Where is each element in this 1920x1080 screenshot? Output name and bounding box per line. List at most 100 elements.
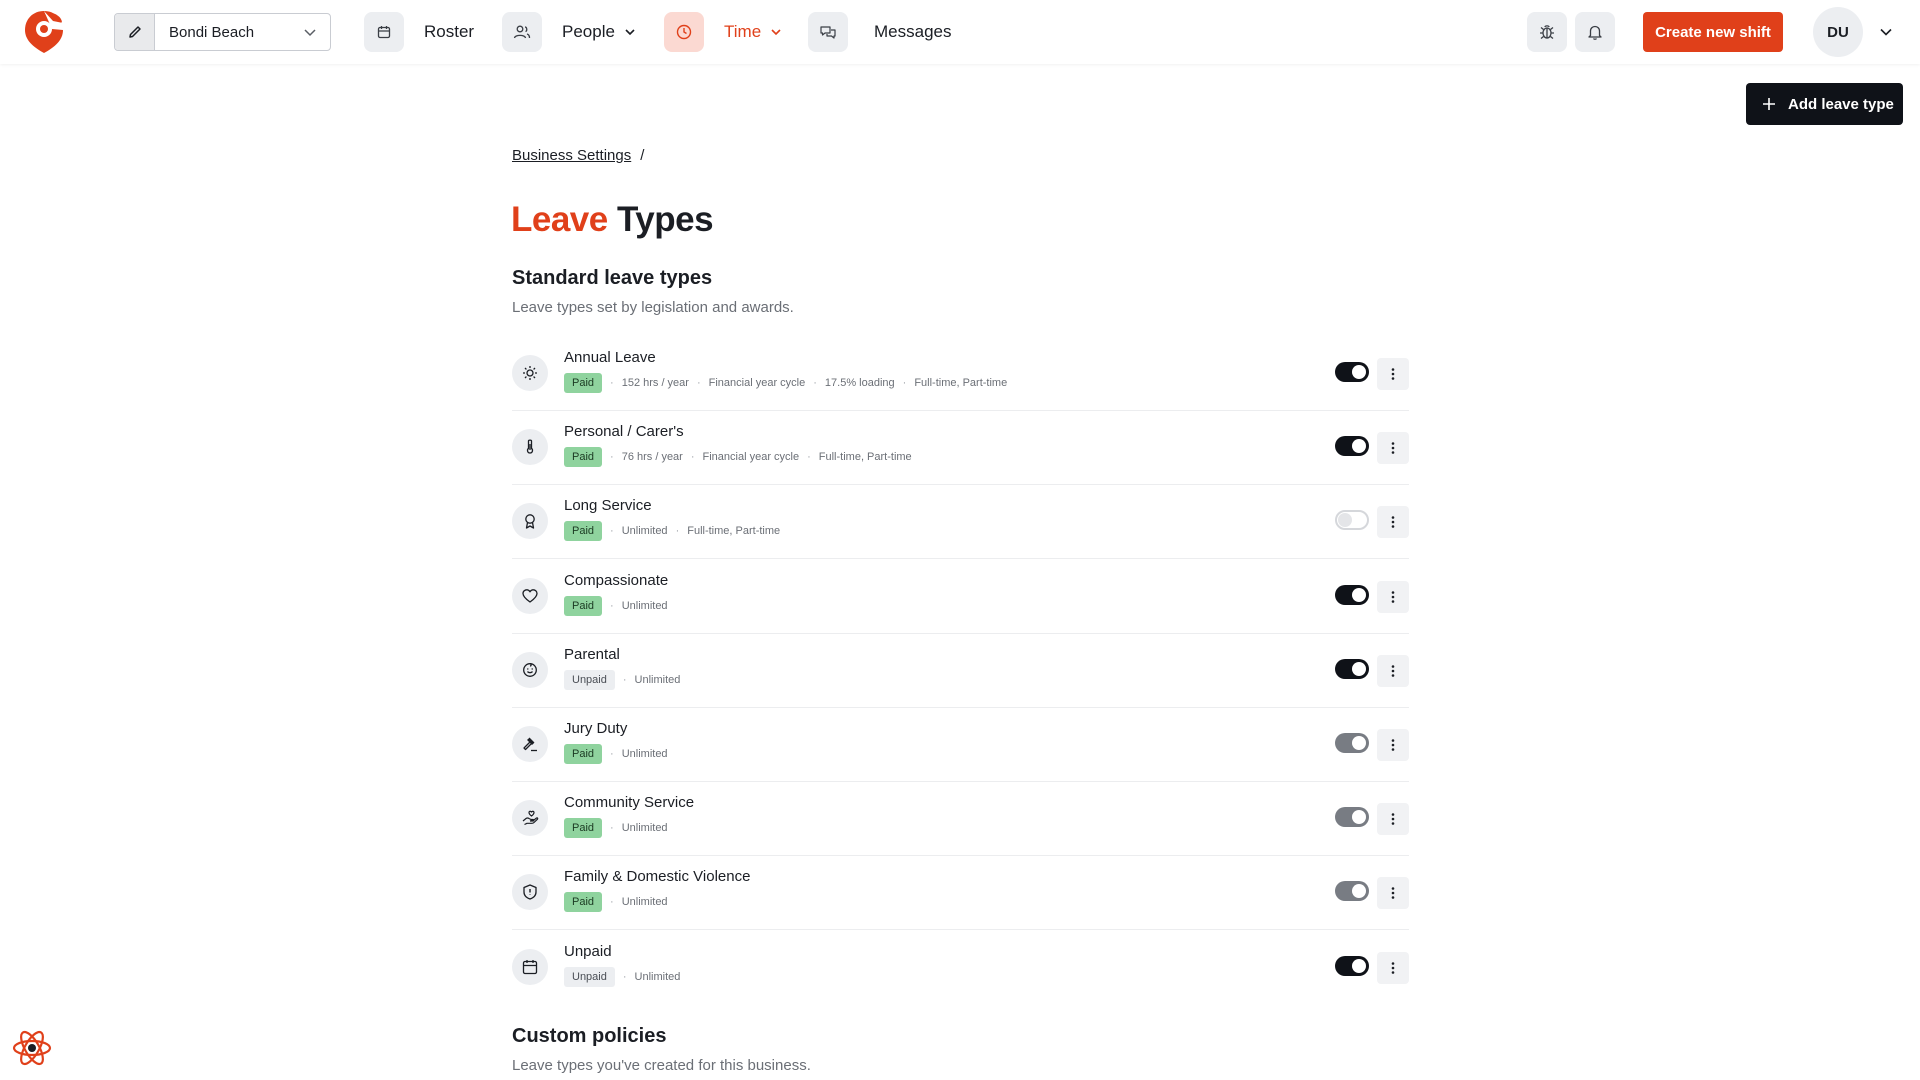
clock-icon (664, 12, 704, 52)
leave-type-row[interactable]: Annual Leave Paid · 152 hrs / year · Financia… (512, 337, 1409, 411)
more-options-button[interactable] (1377, 580, 1409, 613)
location-name: Bondi Beach (169, 23, 255, 41)
leave-type-row[interactable]: Parental Unpaid · Unlimited (512, 634, 1409, 708)
enable-toggle[interactable] (1335, 584, 1369, 605)
leave-type-name: Annual Leave (564, 349, 656, 366)
pay-status-badge: Paid (564, 521, 603, 542)
more-options-button[interactable] (1377, 803, 1409, 836)
brand-logo[interactable] (23, 9, 65, 55)
pay-status-badge: Paid (564, 818, 603, 839)
nav-people-label: People (562, 22, 615, 41)
page-title-accent: Leave (511, 200, 608, 239)
meta-value: Unlimited (634, 673, 681, 686)
more-options-button[interactable] (1377, 877, 1409, 910)
meta-separator: · (610, 525, 614, 538)
leave-type-meta: Paid · Unlimited (564, 595, 668, 616)
bug-report-button[interactable] (1527, 12, 1567, 52)
leave-type-row[interactable]: Long Service Paid · Unlimited · Full-time, Pa… (512, 485, 1409, 560)
avatar[interactable]: DU (1813, 7, 1863, 57)
enable-toggle[interactable] (1335, 733, 1369, 753)
pay-status-badge: Paid (564, 373, 603, 393)
enable-toggle[interactable] (1335, 362, 1369, 382)
meta-separator: · (610, 748, 614, 760)
chevron-down-icon (769, 25, 783, 39)
users-icon (502, 12, 542, 52)
chevron-down-icon (623, 25, 637, 39)
notifications-button[interactable] (1575, 12, 1615, 52)
leave-type-row[interactable]: Jury Duty Paid · Unlimited (512, 708, 1409, 782)
award-icon (512, 503, 548, 540)
meta-separator: · (610, 896, 614, 909)
nav-time[interactable]: Time (664, 12, 783, 52)
nav-time-label: Time (724, 22, 762, 41)
custom-policies-heading: Custom policies (512, 1025, 667, 1047)
calendar-icon (512, 948, 548, 985)
meta-value: Unlimited (634, 970, 681, 983)
meta-value: Unlimited (621, 822, 668, 835)
breadcrumb-separator: / (640, 147, 645, 164)
leave-type-meta: Paid · 152 hrs / year · Financial year cycle… (564, 373, 1007, 393)
pay-status-badge: Unpaid (564, 966, 615, 987)
sun-icon (512, 355, 548, 391)
add-leave-type-button[interactable]: Add leave type (1746, 83, 1903, 125)
enable-toggle[interactable] (1335, 881, 1369, 902)
nav-messages[interactable]: Messages (808, 12, 951, 52)
location-selector[interactable]: Bondi Beach (114, 13, 331, 51)
enable-toggle[interactable] (1335, 955, 1369, 976)
heart-icon (512, 577, 548, 614)
chevron-down-icon[interactable] (1878, 24, 1894, 40)
enable-toggle[interactable] (1335, 807, 1369, 828)
gavel-icon (512, 726, 548, 762)
meta-value: Full-time, Part-time (687, 525, 781, 538)
leave-type-name: Jury Duty (564, 720, 628, 737)
meta-value: 17.5% loading (824, 377, 895, 389)
leave-type-name: Parental (564, 645, 620, 663)
meta-separator: · (622, 673, 627, 686)
leave-type-row[interactable]: Community Service Paid · Unlimited (512, 782, 1409, 857)
top-navigation-bar: Bondi Beach Roster People Time Messages … (0, 0, 1920, 64)
baby-icon (512, 651, 548, 688)
toggle-knob (1338, 513, 1352, 528)
kebab-icon (1391, 590, 1395, 603)
thermometer-icon (512, 429, 548, 466)
kebab-icon (1391, 368, 1395, 380)
toggle-knob (1352, 661, 1366, 676)
leave-type-name: Personal / Carer's (564, 423, 684, 441)
leave-type-row[interactable]: Unpaid Unpaid · Unlimited (512, 931, 1409, 1005)
more-options-button[interactable] (1377, 432, 1409, 465)
bell-icon (1588, 25, 1602, 40)
react-devtools-icon[interactable] (11, 1027, 53, 1069)
create-new-shift-button[interactable]: Create new shift (1643, 12, 1783, 52)
bug-icon (1540, 25, 1554, 40)
breadcrumb-business-settings[interactable]: Business Settings (512, 147, 631, 164)
enable-toggle[interactable] (1335, 436, 1369, 457)
leave-type-name: Community Service (564, 794, 695, 812)
nav-roster[interactable]: Roster (364, 12, 474, 52)
leave-type-meta: Unpaid · Unlimited (564, 966, 681, 987)
more-options-button[interactable] (1377, 358, 1409, 390)
leave-type-row[interactable]: Family & Domestic Violence Paid · Unlimited (512, 856, 1409, 931)
kebab-icon (1391, 961, 1395, 974)
meta-separator: · (807, 451, 811, 464)
toggle-knob (1352, 439, 1366, 454)
pencil-icon[interactable] (115, 14, 155, 50)
meta-separator: · (610, 451, 614, 464)
more-options-button[interactable] (1377, 506, 1409, 539)
kebab-icon (1391, 442, 1395, 454)
leave-type-row[interactable]: Personal / Carer's Paid · 76 hrs / year · Fin… (512, 411, 1409, 486)
leave-type-meta: Paid · Unlimited · Full-time, Part-time (564, 521, 781, 542)
meta-value: Unlimited (621, 599, 668, 612)
nav-people[interactable]: People (502, 12, 637, 52)
kebab-icon (1391, 516, 1395, 529)
enable-toggle[interactable] (1335, 658, 1369, 679)
more-options-button[interactable] (1377, 951, 1409, 984)
enable-toggle[interactable] (1335, 510, 1369, 531)
kebab-icon (1391, 664, 1395, 677)
meta-value: 152 hrs / year (621, 377, 689, 389)
meta-value: Full-time, Part-time (818, 451, 912, 464)
more-options-button[interactable] (1377, 729, 1409, 761)
more-options-button[interactable] (1377, 654, 1409, 687)
meta-separator: · (675, 525, 680, 538)
leave-type-row[interactable]: Compassionate Paid · Unlimited (512, 560, 1409, 634)
pay-status-badge: Paid (564, 744, 603, 764)
